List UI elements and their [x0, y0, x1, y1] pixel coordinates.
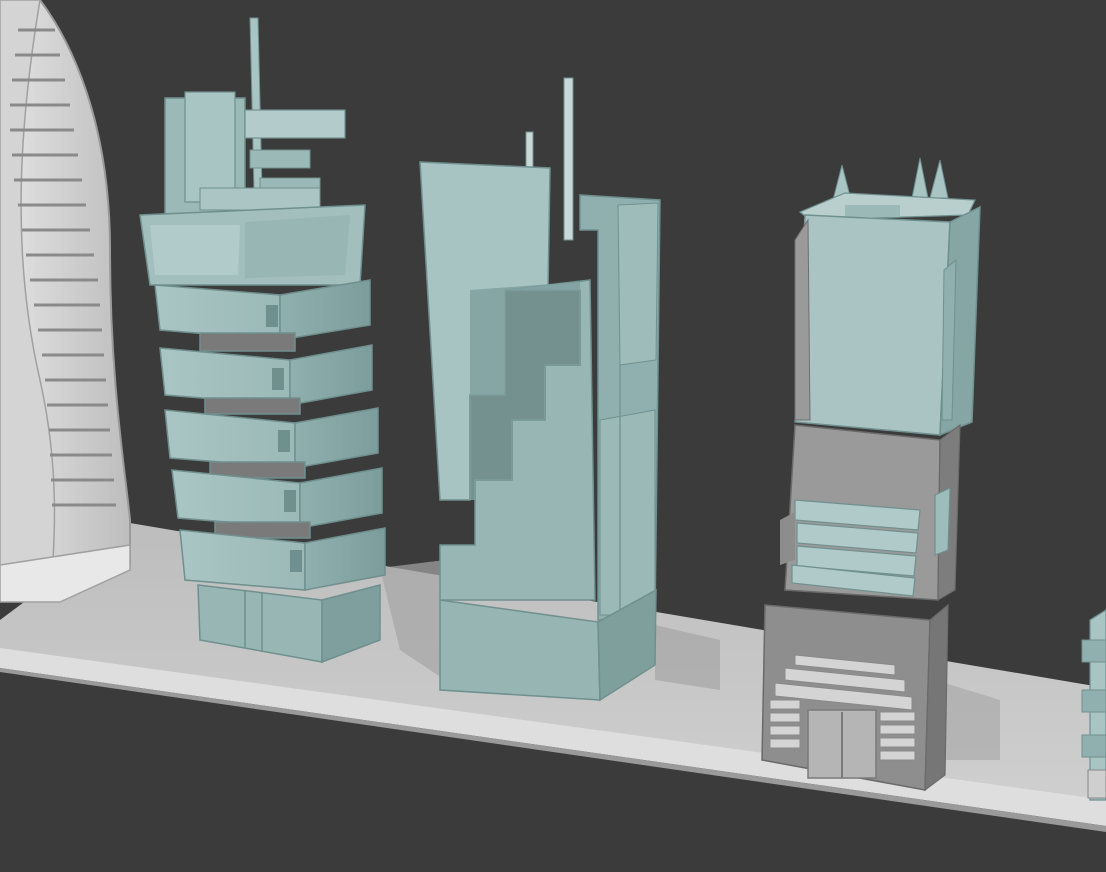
- scene-3d-viewport: [0, 0, 1106, 872]
